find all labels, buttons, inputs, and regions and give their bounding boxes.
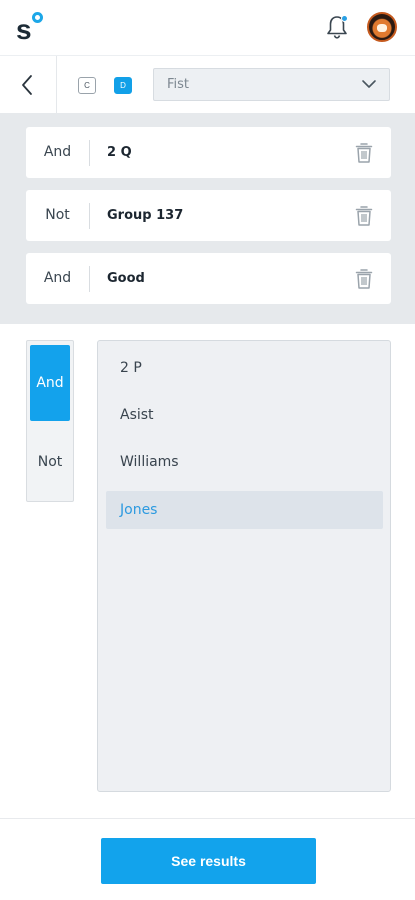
divider (89, 140, 90, 166)
filter-row: And 2 Q (26, 127, 391, 178)
filter-operator: And (43, 144, 72, 160)
avatar-face (377, 24, 387, 32)
app-logo[interactable]: s (16, 10, 50, 46)
trash-icon[interactable] (354, 204, 374, 228)
mode-d-button[interactable]: D (114, 77, 132, 94)
top-bar: s (0, 0, 415, 55)
bell-icon[interactable] (325, 14, 349, 40)
operator-picker: And Not (26, 340, 74, 502)
filter-name: Group 137 (107, 208, 184, 223)
options-list: 2 P Asist Williams Jones (97, 340, 391, 792)
filter-operator: And (43, 270, 72, 286)
filter-name: 2 Q (107, 145, 132, 160)
operator-and-button[interactable]: And (30, 345, 70, 421)
category-dropdown[interactable]: Fist (153, 68, 390, 101)
trash-icon-svg (355, 269, 373, 289)
notification-badge (341, 15, 348, 22)
active-filters-panel: And 2 Q Not Group 137 And Good (0, 113, 415, 324)
trash-icon[interactable] (354, 141, 374, 165)
filter-name: Good (107, 271, 145, 286)
list-item[interactable]: Williams (106, 443, 383, 481)
logo-letter: s (16, 14, 32, 45)
logo-dot-icon (32, 12, 43, 23)
chevron-left-icon (22, 75, 32, 95)
footer: See results (0, 818, 415, 900)
list-item[interactable]: 2 P (106, 349, 383, 387)
list-item-selected[interactable]: Jones (106, 491, 383, 529)
filter-operator: Not (45, 207, 70, 223)
dropdown-value: Fist (167, 77, 190, 92)
trash-icon[interactable] (354, 267, 374, 291)
list-item[interactable]: Asist (106, 396, 383, 434)
trash-icon-svg (355, 206, 373, 226)
operator-not-button[interactable]: Not (30, 424, 70, 500)
divider (89, 266, 90, 292)
filter-toolbar: C D Fist (0, 55, 415, 114)
filter-row: Not Group 137 (26, 190, 391, 241)
avatar[interactable] (367, 12, 397, 42)
mode-c-button[interactable]: C (78, 77, 96, 94)
chevron-down-icon (362, 80, 376, 88)
divider (56, 56, 57, 114)
see-results-button[interactable]: See results (101, 838, 316, 884)
back-button[interactable] (16, 72, 38, 98)
divider (89, 203, 90, 229)
filter-row: And Good (26, 253, 391, 304)
trash-icon-svg (355, 143, 373, 163)
